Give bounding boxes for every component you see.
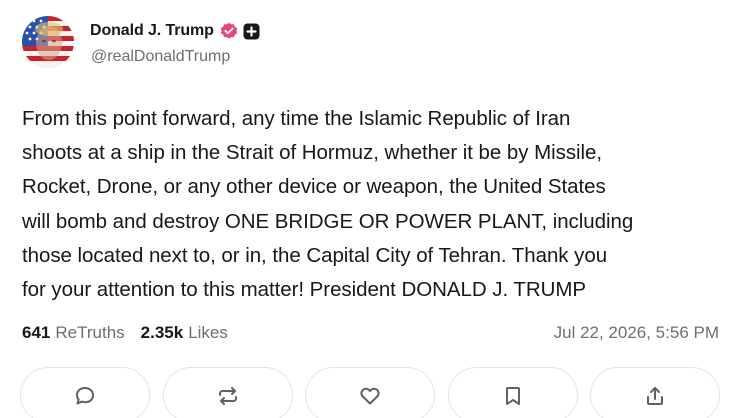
share-icon [643, 384, 667, 408]
like-icon [358, 384, 382, 408]
author-name-row: Donald J. Trump [90, 20, 260, 42]
flag-portrait-avatar [22, 16, 74, 68]
share-button[interactable] [590, 367, 720, 418]
author-display-name[interactable]: Donald J. Trump [90, 22, 214, 40]
retruth-icon [216, 384, 240, 408]
bookmark-button[interactable] [448, 367, 578, 418]
post-timestamp[interactable]: Jul 22, 2026, 5:56 PM [554, 323, 719, 343]
author-handle[interactable]: @realDonaldTrump [91, 48, 230, 66]
likes-count: 2.35k [140, 323, 184, 342]
avatar[interactable] [22, 16, 74, 68]
verified-badge-icon [220, 22, 238, 40]
action-bar [20, 367, 720, 418]
like-button[interactable] [305, 367, 435, 418]
likes-label: Likes [188, 323, 228, 342]
retruths-stat[interactable]: 641 ReTruths [22, 323, 125, 343]
plus-badge-icon [243, 23, 260, 40]
retruths-label: ReTruths [55, 323, 125, 342]
post-text: From this point forward, any time the Is… [22, 107, 634, 302]
retruths-count: 641 [22, 323, 51, 342]
retruth-button[interactable] [163, 367, 293, 418]
reply-icon [73, 384, 97, 408]
post-stats: 641 ReTruths 2.35k Likes [22, 323, 228, 343]
bookmark-icon [501, 384, 525, 408]
reply-button[interactable] [20, 367, 150, 418]
likes-stat[interactable]: 2.35k Likes [141, 323, 228, 343]
